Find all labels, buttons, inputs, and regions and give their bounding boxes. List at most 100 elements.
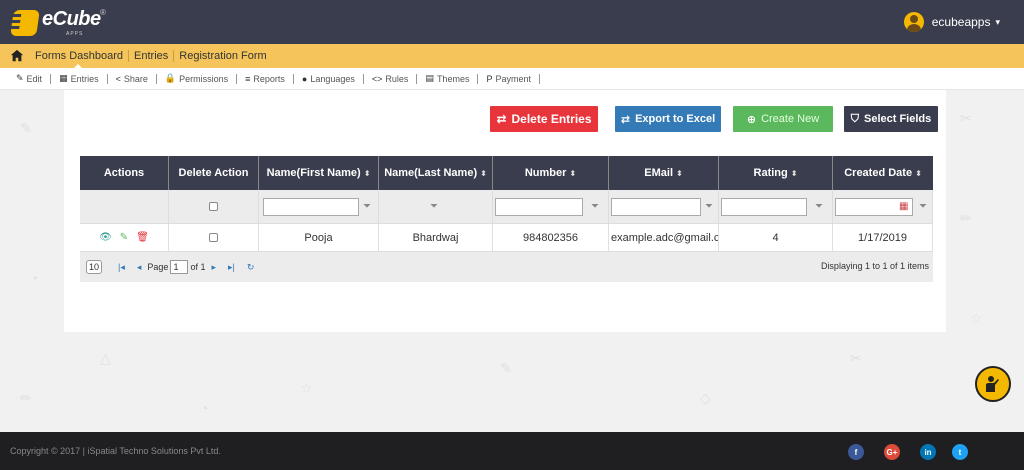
delete-entries-button[interactable]: ⇄ Delete Entries — [490, 106, 598, 132]
sort-icon: ⬍ — [480, 168, 487, 178]
avatar-icon — [903, 12, 924, 32]
row-checkbox[interactable] — [209, 233, 218, 242]
footer: Copyright © 2017 | iSpatial Techno Solut… — [0, 432, 1024, 470]
col-last-name[interactable]: Name(Last Name) ⬍ — [379, 156, 493, 190]
create-new-label: Create New — [761, 113, 820, 125]
next-page-icon[interactable]: ▸ — [211, 262, 216, 273]
breadcrumb: Forms Dashboard Entries Registration For… — [0, 44, 1024, 68]
linkedin-icon[interactable]: in — [920, 444, 936, 460]
col-actions-label: Actions — [103, 167, 145, 179]
tab-rules[interactable]: <> Rules — [364, 73, 418, 84]
entries-grid: Actions Delete Action Name(First Name) ⬍ … — [80, 156, 933, 282]
col-first-name[interactable]: Name(First Name) ⬍ — [259, 156, 379, 190]
view-icon[interactable]: 👁 — [99, 232, 112, 243]
number-filter-input[interactable] — [495, 197, 583, 216]
shield-icon: ⛉ — [850, 112, 859, 125]
user-menu[interactable]: ecubeapps ▾ — [903, 12, 1000, 32]
filter-row: ⏷ ⏷ ⏷ ⏷ ⏷ ▦ ⏷ — [80, 190, 933, 224]
logo-cube-icon — [10, 10, 40, 36]
logo-registered: ® — [100, 8, 106, 17]
col-last-name-label: Name(Last Name) — [384, 167, 478, 179]
sort-icon: ⬍ — [363, 168, 371, 178]
tab-permissions[interactable]: 🔒 Permissions — [157, 73, 238, 84]
sort-icon: ⬍ — [676, 168, 683, 178]
col-email-label: EMail — [644, 167, 674, 179]
breadcrumb-entries[interactable]: Entries — [128, 50, 173, 62]
select-fields-label: Select Fields — [863, 113, 932, 125]
filter-icon[interactable]: ⏷ — [363, 201, 371, 212]
tab-payment-label: Payment — [495, 73, 531, 84]
tab-reports[interactable]: ≡ Reports — [237, 73, 294, 84]
twitter-icon[interactable]: t — [952, 444, 968, 460]
tab-themes[interactable]: ▤ Themes — [417, 73, 479, 84]
filter-icon[interactable]: ⏷ — [705, 201, 713, 212]
home-icon[interactable] — [10, 49, 24, 63]
col-first-name-label: Name(First Name) — [266, 167, 361, 179]
col-number[interactable]: Number ⬍ — [493, 156, 609, 190]
col-number-label: Number — [524, 167, 567, 179]
sort-icon: ⬍ — [790, 168, 798, 178]
page-number-input[interactable]: 1 — [170, 260, 189, 274]
tab-entries[interactable]: ▦ Entries — [51, 73, 108, 84]
col-delete-label: Delete Action — [178, 167, 249, 179]
filter-number: ⏷ — [493, 190, 609, 223]
rating-filter-input[interactable] — [721, 197, 807, 216]
filter-icon[interactable]: ⏷ — [430, 201, 438, 212]
export-excel-button[interactable]: ⇄ Export to Excel — [615, 106, 721, 132]
facebook-icon[interactable]: f — [848, 444, 864, 460]
sort-icon: ⬍ — [915, 168, 922, 178]
col-rating[interactable]: Rating ⬍ — [719, 156, 833, 190]
tab-edit[interactable]: ✎ Edit — [8, 73, 52, 84]
paypal-icon: P — [486, 73, 493, 84]
logo-sub: APPS — [66, 31, 84, 37]
tab-languages[interactable]: ● Languages — [294, 73, 364, 84]
prev-page-icon[interactable]: ◂ — [137, 262, 142, 273]
select-fields-button[interactable]: ⛉ Select Fields — [844, 106, 938, 132]
page-label: Page — [147, 262, 169, 272]
page-size-select[interactable]: 10 — [86, 260, 103, 274]
code-icon: <> — [371, 73, 383, 84]
tab-permissions-label: Permissions — [179, 73, 229, 84]
delete-entries-label: Delete Entries — [511, 112, 592, 126]
globe-icon: ● — [301, 73, 308, 84]
cell-email: example.adc@gmail.com — [609, 224, 719, 251]
ecube-logo[interactable]: eCube APPS ® — [10, 6, 110, 38]
tab-share[interactable]: < Share — [108, 73, 157, 84]
edit-icon[interactable]: ✎ — [120, 232, 128, 243]
cell-created-date: 1/17/2019 — [833, 224, 933, 251]
first-name-filter-input[interactable] — [263, 197, 359, 216]
col-created-date[interactable]: Created Date ⬍ — [833, 156, 933, 190]
logo-text: eCube — [42, 8, 101, 30]
calendar-icon[interactable]: ▦ — [899, 201, 908, 212]
cell-number: 984802356 — [493, 224, 609, 251]
delete-icon[interactable]: 🗑 — [136, 232, 149, 243]
pager-info: Displaying 1 to 1 of 1 items — [820, 261, 929, 271]
swap-icon: ⇄ — [496, 112, 507, 126]
filter-icon[interactable]: ⏷ — [591, 201, 599, 212]
tab-payment[interactable]: P Payment — [478, 73, 540, 84]
select-all-checkbox[interactable] — [209, 202, 218, 211]
refresh-icon[interactable]: ↻ — [247, 262, 255, 273]
filter-icon[interactable]: ⏷ — [815, 201, 823, 212]
help-assistant-button[interactable] — [975, 366, 1011, 402]
swap-icon: ⇄ — [620, 113, 631, 126]
filter-last-name: ⏷ — [379, 190, 493, 223]
row-delete-cell — [169, 224, 259, 251]
filter-icon[interactable]: ⏷ — [919, 201, 927, 212]
copyright-text: Copyright © 2017 | iSpatial Techno Solut… — [10, 446, 221, 456]
page-of-label: of 1 — [190, 262, 206, 272]
filter-email: ⏷ — [609, 190, 719, 223]
breadcrumb-forms-dashboard[interactable]: Forms Dashboard — [30, 50, 128, 62]
first-page-icon[interactable]: |◂ — [118, 262, 125, 273]
email-filter-input[interactable] — [611, 197, 701, 216]
col-email[interactable]: EMail ⬍ — [609, 156, 719, 190]
cell-first-name: Pooja — [259, 224, 379, 251]
create-new-button[interactable]: ⊕ Create New — [733, 106, 833, 132]
google-plus-icon[interactable]: G+ — [884, 444, 900, 460]
tab-share-label: Share — [123, 73, 148, 84]
tab-entries-label: Entries — [70, 73, 99, 84]
last-page-icon[interactable]: ▸| — [228, 262, 235, 273]
filter-first-name: ⏷ — [259, 190, 379, 223]
share-icon: < — [115, 73, 121, 84]
col-delete-action: Delete Action — [169, 156, 259, 190]
